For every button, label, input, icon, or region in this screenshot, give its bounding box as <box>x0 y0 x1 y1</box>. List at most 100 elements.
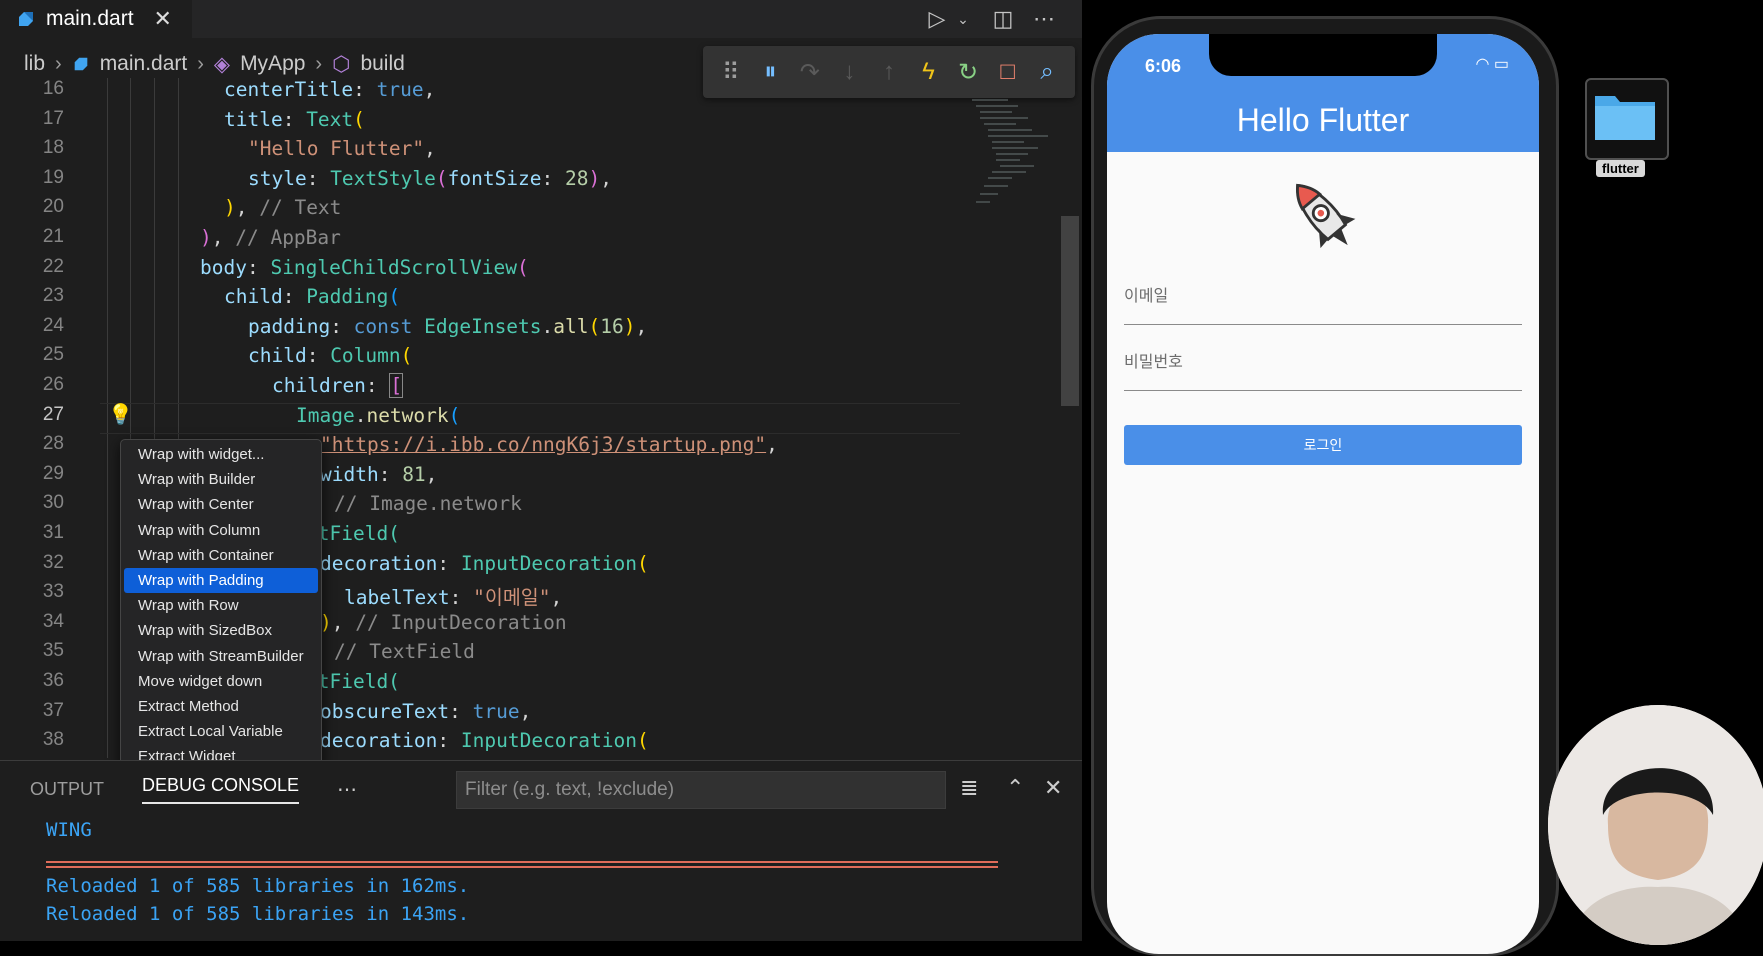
menu-item-extract-method[interactable]: Extract Method <box>124 694 318 719</box>
chevron-up-icon[interactable]: ⌃ <box>1006 775 1024 801</box>
line-number: 32 <box>42 551 64 573</box>
split-editor-icon[interactable]: ◫ <box>988 4 1018 34</box>
folder-label: flutter <box>1596 160 1645 177</box>
line-number: 28 <box>42 433 64 455</box>
lightbulb-icon[interactable]: 💡 <box>108 402 133 427</box>
filter-input[interactable]: Filter (e.g. text, !exclude) <box>456 771 946 809</box>
line-number: 31 <box>42 522 64 543</box>
code-line: ), // InputDecoration <box>320 610 567 634</box>
hot-reload-icon[interactable]: ϟ <box>914 58 944 86</box>
line-number: 19 <box>42 166 64 188</box>
code-line: Image.network( <box>296 403 461 427</box>
code-line: "Hello Flutter", <box>248 137 436 161</box>
notch <box>1209 34 1437 76</box>
menu-item-wrap-container[interactable]: Wrap with Container <box>124 543 318 568</box>
menu-item-wrap-column[interactable]: Wrap with Column <box>124 518 318 543</box>
minimap[interactable] <box>968 96 1060 216</box>
console-line: WING <box>46 819 92 841</box>
breadcrumb-file[interactable]: main.dart <box>100 52 188 76</box>
code-line: style: TextStyle(fontSize: 28), <box>248 166 612 190</box>
code-line: // Image.network <box>334 492 522 516</box>
code-line: decoration: InputDecoration( <box>320 551 649 575</box>
pause-icon[interactable]: ⏸ <box>755 58 785 86</box>
clear-console-icon[interactable]: ≣ <box>960 775 978 801</box>
menu-item-wrap-sizedbox[interactable]: Wrap with SizedBox <box>124 618 318 643</box>
close-icon[interactable]: ✕ <box>1044 775 1062 801</box>
step-over-icon[interactable]: ↷ <box>795 58 825 87</box>
code-line: child: Padding( <box>224 285 401 309</box>
more-icon[interactable]: ⋯ <box>1029 4 1059 34</box>
console-separator <box>46 861 998 863</box>
dart-icon <box>74 57 87 71</box>
app-title: Hello Flutter <box>1236 102 1410 138</box>
chevron-right-icon: › <box>55 52 62 75</box>
line-number: 20 <box>42 196 64 218</box>
chevron-right-icon: › <box>197 52 204 75</box>
code-line: title: Text( <box>224 107 365 131</box>
console-output: WING Reloaded 1 of 585 libraries in 162m… <box>46 819 469 931</box>
line-number: 33 <box>42 581 64 603</box>
password-label: 비밀번호 <box>1124 354 1183 371</box>
drag-handle-icon[interactable]: ⠿ <box>716 58 746 87</box>
step-out-icon[interactable]: ↑ <box>874 58 904 86</box>
breadcrumb-method[interactable]: build <box>360 52 404 76</box>
password-field[interactable]: 비밀번호 <box>1124 348 1522 391</box>
line-number: 36 <box>42 670 64 691</box>
class-icon: ◈ <box>213 52 231 76</box>
close-icon[interactable]: ✕ <box>154 6 172 32</box>
code-line: labelText: "이메일", <box>344 586 563 610</box>
tab-output[interactable]: OUTPUT <box>30 779 104 800</box>
phone-screen: 6:06 ◠ ▭ Hello Flutter 이메일 비밀번호 로그인 <box>1107 34 1539 954</box>
tab-bar: main.dart ✕ ▷ ⌄ ◫ ⋯ <box>0 0 1082 38</box>
menu-item-wrap-center[interactable]: Wrap with Center <box>124 492 318 517</box>
line-number: 29 <box>42 462 64 484</box>
code-line: children: [ <box>272 373 404 398</box>
code-line: // TextField <box>334 640 475 664</box>
menu-item-extract-local-variable[interactable]: Extract Local Variable <box>124 719 318 744</box>
line-number: 23 <box>42 285 64 307</box>
breadcrumb-class[interactable]: MyApp <box>240 52 305 76</box>
editor-tab[interactable]: main.dart ✕ <box>0 0 192 38</box>
devtools-icon[interactable]: ⌕ <box>1032 58 1062 86</box>
battery-icon: ▭ <box>1493 56 1509 73</box>
menu-item-wrap-streambuilder[interactable]: Wrap with StreamBuilder <box>124 644 318 669</box>
code-line: width: 81, <box>320 462 438 486</box>
vertical-scrollbar[interactable] <box>1061 216 1079 406</box>
menu-item-wrap-widget[interactable]: Wrap with widget... <box>124 442 318 467</box>
code-editor: main.dart ✕ ▷ ⌄ ◫ ⋯ lib › main.dart › ◈ … <box>0 0 1082 941</box>
email-field[interactable]: 이메일 <box>1124 282 1522 325</box>
menu-item-wrap-builder[interactable]: Wrap with Builder <box>124 467 318 492</box>
line-number: 24 <box>42 314 64 336</box>
code-line: padding: const EdgeInsets.all(16), <box>248 314 648 338</box>
chevron-right-icon: › <box>315 52 323 75</box>
menu-item-wrap-padding[interactable]: Wrap with Padding <box>124 567 318 594</box>
console-line: Reloaded 1 of 585 libraries in 143ms. <box>46 903 470 925</box>
code-line: "https://i.ibb.co/nngK6j3/startup.png", <box>320 433 778 457</box>
line-number: 27 <box>42 403 64 425</box>
method-icon: ⬡ <box>332 52 351 76</box>
console-separator <box>46 866 998 868</box>
chevron-down-icon[interactable]: ⌄ <box>948 4 978 34</box>
app-bar: 6:06 ◠ ▭ Hello Flutter <box>1107 34 1539 152</box>
webcam-overlay <box>1548 705 1763 945</box>
code-line: body: SingleChildScrollView( <box>200 255 529 279</box>
code-line: ), // AppBar <box>200 226 341 249</box>
line-number: 35 <box>42 640 64 662</box>
code-line: child: Column( <box>248 344 413 368</box>
restart-icon[interactable]: ↻ <box>953 58 983 87</box>
menu-item-move-widget-down[interactable]: Move widget down <box>124 669 318 694</box>
step-into-icon[interactable]: ↓ <box>834 58 864 86</box>
code-line: decoration: InputDecoration( <box>320 729 649 753</box>
tab-debug-console[interactable]: DEBUG CONSOLE <box>142 775 300 804</box>
menu-item-wrap-row[interactable]: Wrap with Row <box>124 593 318 618</box>
status-icons: ◠ ▭ <box>1475 54 1509 74</box>
bottom-panel: OUTPUT DEBUG CONSOLE ⋯ Filter (e.g. text… <box>0 760 1082 941</box>
stop-icon[interactable]: □ <box>993 58 1023 86</box>
login-button[interactable]: 로그인 <box>1124 425 1522 465</box>
breadcrumb-lib[interactable]: lib <box>24 52 45 76</box>
code-line: ), // Text <box>224 196 342 220</box>
line-number: 37 <box>42 699 64 721</box>
line-number: 21 <box>42 226 64 247</box>
more-icon[interactable]: ⋯ <box>337 777 357 802</box>
desktop-folder[interactable] <box>1585 78 1669 160</box>
